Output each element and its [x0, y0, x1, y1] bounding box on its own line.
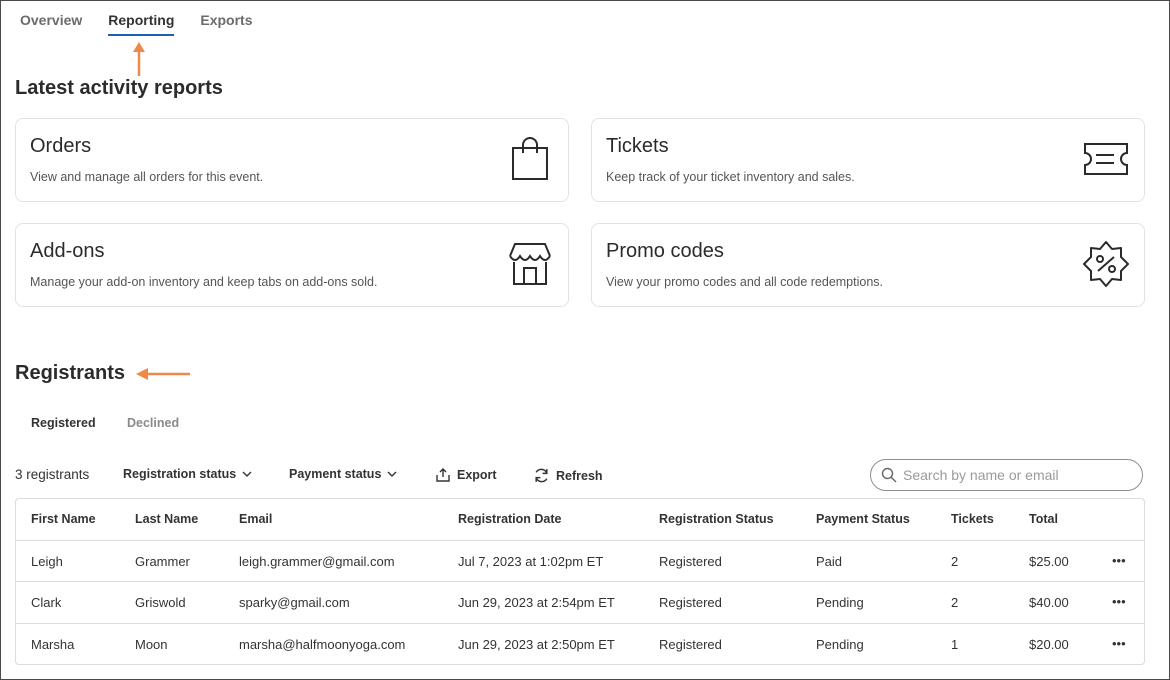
column-header[interactable]: Total	[1029, 512, 1058, 526]
card-description: Keep track of your ticket inventory and …	[606, 170, 855, 184]
column-header[interactable]: Registration Status	[659, 512, 774, 526]
payment-status-cell: Pending	[816, 637, 864, 652]
activity-heading: Latest activity reports	[15, 77, 223, 99]
first-name-cell: Marsha	[31, 637, 75, 652]
registrants-table: First Name Last Name Email Registration …	[15, 498, 1145, 665]
tickets-cell: 2	[951, 554, 959, 569]
last-name-cell: Moon	[135, 637, 168, 652]
card-title: Add-ons	[30, 240, 105, 262]
card-title: Orders	[30, 135, 92, 157]
annotation-arrow-up-icon	[133, 42, 145, 76]
card-title: Tickets	[606, 135, 669, 157]
card-tickets[interactable]: Tickets Keep track of your ticket invent…	[591, 118, 1145, 202]
ticket-icon	[1084, 143, 1128, 175]
card-orders[interactable]: Orders View and manage all orders for th…	[15, 118, 569, 202]
export-icon	[436, 468, 450, 482]
more-options-icon[interactable]: •••	[1112, 594, 1126, 609]
refresh-label: Refresh	[556, 468, 603, 483]
column-header[interactable]: Tickets	[951, 512, 994, 526]
total-cell: $25.00	[1029, 554, 1069, 569]
more-options-icon[interactable]: •••	[1112, 553, 1126, 568]
card-description: View your promo codes and all code redem…	[606, 275, 884, 289]
search-icon	[881, 467, 897, 483]
registration-date-cell: Jul 7, 2023 at 1:02pm ET	[458, 554, 604, 569]
table-row[interactable]: Marsha Moon marsha@halfmoonyoga.com Jun …	[16, 623, 1144, 664]
email-cell: marsha@halfmoonyoga.com	[239, 637, 406, 652]
annotation-arrow-left-icon	[136, 368, 190, 380]
tickets-cell: 1	[951, 637, 959, 652]
column-header[interactable]: First Name	[31, 512, 96, 526]
top-tabs: Overview Reporting Exports	[20, 12, 253, 36]
search-input[interactable]	[903, 467, 1133, 483]
shopping-bag-icon	[512, 137, 548, 180]
registration-status-cell: Registered	[659, 595, 722, 610]
export-button[interactable]: Export	[435, 467, 497, 483]
first-name-cell: Leigh	[31, 554, 63, 569]
last-name-cell: Griswold	[135, 595, 186, 610]
payment-status-cell: Paid	[816, 554, 843, 569]
email-cell: sparky@gmail.com	[239, 595, 350, 610]
registration-date-cell: Jun 29, 2023 at 2:54pm ET	[458, 595, 615, 610]
filter-label: Payment status	[289, 467, 382, 481]
total-cell: $40.00	[1029, 595, 1069, 610]
filter-label: Registration status	[123, 467, 237, 481]
subtab-registered[interactable]: Registered	[31, 416, 96, 430]
email-cell: leigh.grammer@gmail.com	[239, 554, 395, 569]
card-description: View and manage all orders for this even…	[30, 170, 264, 184]
payment-status-filter[interactable]: Payment status	[289, 467, 397, 481]
tab-exports[interactable]: Exports	[200, 12, 252, 36]
registration-status-cell: Registered	[659, 637, 722, 652]
tab-reporting[interactable]: Reporting	[108, 12, 175, 36]
total-cell: $20.00	[1029, 637, 1069, 652]
table-header: First Name Last Name Email Registration …	[16, 499, 1144, 540]
column-header[interactable]: Registration Date	[458, 512, 562, 526]
more-options-icon[interactable]: •••	[1112, 636, 1126, 651]
registrants-heading: Registrants	[15, 362, 126, 384]
registration-status-cell: Registered	[659, 554, 722, 569]
export-label: Export	[457, 468, 497, 482]
payment-status-cell: Pending	[816, 595, 864, 610]
subtab-declined[interactable]: Declined	[127, 416, 179, 430]
table-row[interactable]: Leigh Grammer leigh.grammer@gmail.com Ju…	[16, 540, 1144, 581]
column-header[interactable]: Last Name	[135, 512, 198, 526]
card-promo-codes[interactable]: Promo codes View your promo codes and al…	[591, 223, 1145, 307]
card-title: Promo codes	[606, 240, 724, 262]
table-row[interactable]: Clark Griswold sparky@gmail.com Jun 29, …	[16, 581, 1144, 622]
tickets-cell: 2	[951, 595, 959, 610]
card-description: Manage your add-on inventory and keep ta…	[30, 275, 378, 289]
storefront-icon	[509, 243, 551, 285]
registration-status-filter[interactable]: Registration status	[123, 467, 252, 481]
refresh-icon	[535, 468, 548, 483]
column-header[interactable]: Payment Status	[816, 512, 910, 526]
chevron-down-icon	[242, 471, 252, 477]
chevron-down-icon	[387, 471, 397, 477]
column-header[interactable]: Email	[239, 512, 272, 526]
tab-overview[interactable]: Overview	[20, 12, 82, 36]
card-add-ons[interactable]: Add-ons Manage your add-on inventory and…	[15, 223, 569, 307]
first-name-cell: Clark	[31, 595, 62, 610]
registrant-count: 3 registrants	[15, 467, 90, 482]
last-name-cell: Grammer	[135, 554, 190, 569]
percent-badge-icon	[1083, 241, 1129, 287]
registration-date-cell: Jun 29, 2023 at 2:50pm ET	[458, 637, 615, 652]
refresh-button[interactable]: Refresh	[533, 467, 603, 484]
search-box	[870, 459, 1143, 491]
